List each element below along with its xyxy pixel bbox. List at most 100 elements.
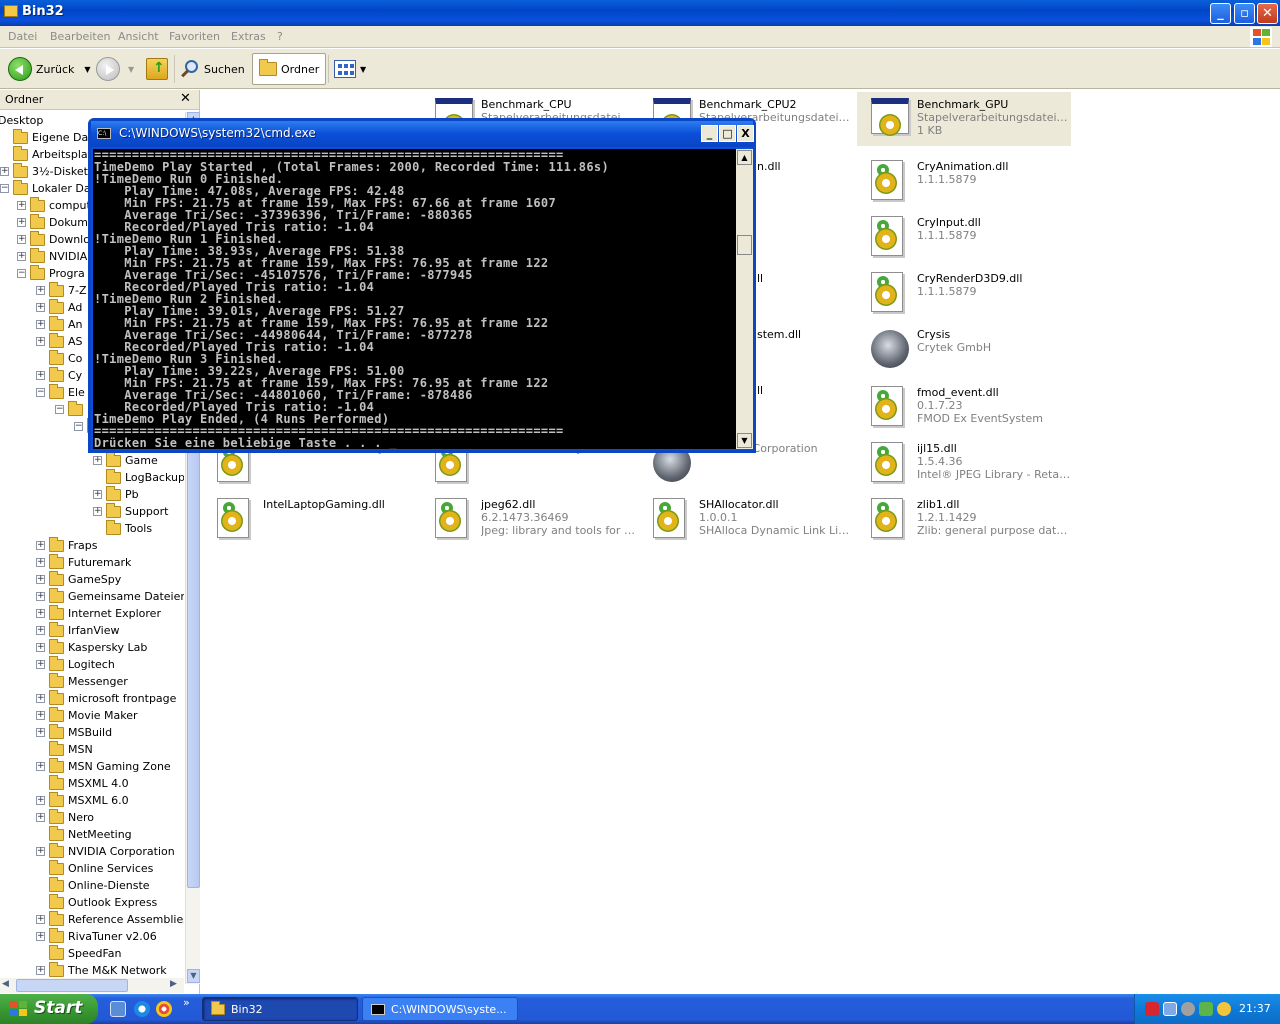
tree-item[interactable]: − Progra [17, 264, 85, 282]
tree-item[interactable]: + Support [93, 502, 168, 520]
tree-item[interactable]: +3½-Diskett [0, 162, 92, 180]
tree-item[interactable]: + microsoft frontpage [36, 689, 176, 707]
expand-toggle-icon[interactable]: + [36, 320, 45, 329]
tree-item[interactable]: + Downlo [17, 230, 90, 248]
menu-favoriten[interactable]: Favoriten [169, 30, 220, 43]
scroll-right-icon[interactable]: ▶ [170, 979, 177, 989]
menu-ansicht[interactable]: Ansicht [118, 30, 159, 43]
cmd-scrollbar[interactable]: ▲ ▼ [736, 149, 753, 449]
tree-item[interactable]: + IrfanView [36, 621, 119, 639]
search-button[interactable]: Suchen [180, 53, 245, 85]
up-folder-button[interactable]: ↑ [146, 53, 168, 85]
expand-toggle-icon[interactable]: + [36, 575, 45, 584]
expand-toggle-icon[interactable]: − [0, 184, 9, 193]
horizontal-scrollbar-thumb[interactable] [16, 979, 128, 992]
expand-toggle-icon[interactable]: + [36, 643, 45, 652]
expand-toggle-icon[interactable]: + [17, 235, 26, 244]
tree-item[interactable]: + Internet Explorer [36, 604, 161, 622]
tree-item[interactable]: Online-Dienste [36, 876, 150, 894]
file-item[interactable]: zlib1.dll 1.2.1.1429 Zlib: general purpose… [857, 492, 1071, 546]
minimize-button[interactable]: _ [1210, 3, 1231, 24]
tree-item[interactable]: + Movie Maker [36, 706, 138, 724]
expand-toggle-icon[interactable]: − [74, 422, 83, 431]
restore-button[interactable]: ▫ [1234, 3, 1255, 24]
quicklaunch-expand-icon[interactable]: » [183, 996, 190, 1009]
kaspersky-icon[interactable] [1217, 1002, 1231, 1016]
expand-toggle-icon[interactable]: + [17, 252, 26, 261]
expand-toggle-icon[interactable]: − [36, 388, 45, 397]
tree-item[interactable]: − Lokaler Dat [0, 179, 95, 197]
tree-item[interactable]: + AS [36, 332, 83, 350]
shield-icon[interactable] [1145, 1002, 1159, 1016]
back-button[interactable]: Zurück ▼ [8, 53, 91, 85]
tree-item[interactable]: + The M&K Network [36, 961, 167, 979]
tree-item[interactable]: + RivaTuner v2.06 [36, 927, 157, 945]
tree-item[interactable]: + Game [93, 451, 158, 469]
tree-item[interactable]: − Ele [36, 383, 85, 401]
expand-toggle-icon[interactable]: + [36, 694, 45, 703]
tree-item[interactable]: Outlook Express [36, 893, 157, 911]
tree-item[interactable]: + MSBuild [36, 723, 112, 741]
expand-toggle-icon[interactable]: + [93, 490, 102, 499]
file-item[interactable]: CryInput.dll 1.1.1.5879 [857, 210, 1071, 264]
tree-item[interactable]: Desktop [0, 112, 43, 129]
file-item[interactable]: IntelLaptopGaming.dll [203, 492, 417, 546]
expand-toggle-icon[interactable]: + [36, 762, 45, 771]
expand-toggle-icon[interactable]: + [36, 966, 45, 975]
nvidia-icon[interactable] [1199, 1002, 1213, 1016]
file-name[interactable]: stem.dll [757, 328, 801, 341]
cmd-scrollbar-thumb[interactable] [737, 235, 752, 255]
tree-item[interactable]: + Kaspersky Lab [36, 638, 147, 656]
folders-button[interactable]: Ordner [252, 53, 327, 85]
expand-toggle-icon[interactable]: + [36, 286, 45, 295]
tree-item[interactable]: + Cy [36, 366, 82, 384]
expand-toggle-icon[interactable]: + [36, 728, 45, 737]
file-name[interactable]: n.dll [757, 160, 781, 173]
expand-toggle-icon[interactable]: + [36, 337, 45, 346]
back-dropdown-icon[interactable]: ▼ [84, 65, 90, 74]
tree-item[interactable]: + Fraps [36, 536, 98, 554]
tree-item[interactable]: Online Services [36, 859, 153, 877]
menu-bearbeiten[interactable]: Bearbeiten [50, 30, 110, 43]
taskbar-item-bin32[interactable]: Bin32 [202, 997, 358, 1021]
file-item[interactable]: CryRenderD3D9.dll 1.1.1.5879 [857, 266, 1071, 320]
speaker-icon[interactable] [1181, 1002, 1195, 1016]
tree-item[interactable]: MSXML 4.0 [36, 774, 129, 792]
cmd-titlebar[interactable]: C:\ C:\WINDOWS\system32\cmd.exe _ □ X [91, 121, 754, 147]
tree-item[interactable]: + NVIDIA Corporation [36, 842, 175, 860]
expand-toggle-icon[interactable]: + [93, 456, 102, 465]
expand-toggle-icon[interactable]: − [55, 405, 64, 414]
close-button[interactable]: ✕ [1257, 3, 1278, 24]
network-icon[interactable] [1163, 1002, 1177, 1016]
folder-pane-horizontal-scrollbar[interactable]: ◀ ▶ [0, 978, 184, 993]
expand-toggle-icon[interactable]: + [36, 609, 45, 618]
expand-toggle-icon[interactable]: + [36, 626, 45, 635]
file-item[interactable]: Crysis Crytek GmbH [857, 322, 1071, 376]
media-player-icon[interactable] [156, 1001, 172, 1017]
file-name[interactable]: ll [757, 272, 763, 285]
taskbar-item-cmd[interactable]: C:\WINDOWS\syste... [362, 997, 518, 1021]
explorer-titlebar[interactable]: Bin32 _ ▫ ✕ [0, 0, 1280, 26]
tree-item[interactable]: + Nero [36, 808, 94, 826]
file-name[interactable]: ll [757, 384, 763, 397]
tree-item[interactable]: Co [36, 349, 82, 367]
tree-item[interactable]: SpeedFan [36, 944, 122, 962]
menu-datei[interactable]: Datei [8, 30, 37, 43]
expand-toggle-icon[interactable]: + [17, 218, 26, 227]
tree-item[interactable]: + MSN Gaming Zone [36, 757, 171, 775]
tree-item[interactable]: + Logitech [36, 655, 115, 673]
expand-toggle-icon[interactable]: + [36, 796, 45, 805]
cmd-maximize-button[interactable]: □ [719, 125, 736, 142]
expand-toggle-icon[interactable]: + [36, 541, 45, 550]
tree-item[interactable]: +7-Z [36, 281, 87, 299]
cmd-minimize-button[interactable]: _ [701, 125, 718, 142]
expand-toggle-icon[interactable]: + [36, 813, 45, 822]
console-output[interactable]: ========================================… [93, 149, 736, 449]
file-item[interactable]: Benchmark_GPU Stapelverarbeitungsdatei fü… [857, 92, 1071, 146]
tree-item[interactable]: + NVIDIA [17, 247, 87, 265]
menu-help[interactable]: ? [277, 30, 283, 43]
scroll-down-icon[interactable]: ▼ [187, 969, 200, 983]
tree-item[interactable]: + MSXML 6.0 [36, 791, 129, 809]
tree-item[interactable]: NetMeeting [36, 825, 132, 843]
folder-pane-close-button[interactable]: ✕ [180, 91, 191, 106]
